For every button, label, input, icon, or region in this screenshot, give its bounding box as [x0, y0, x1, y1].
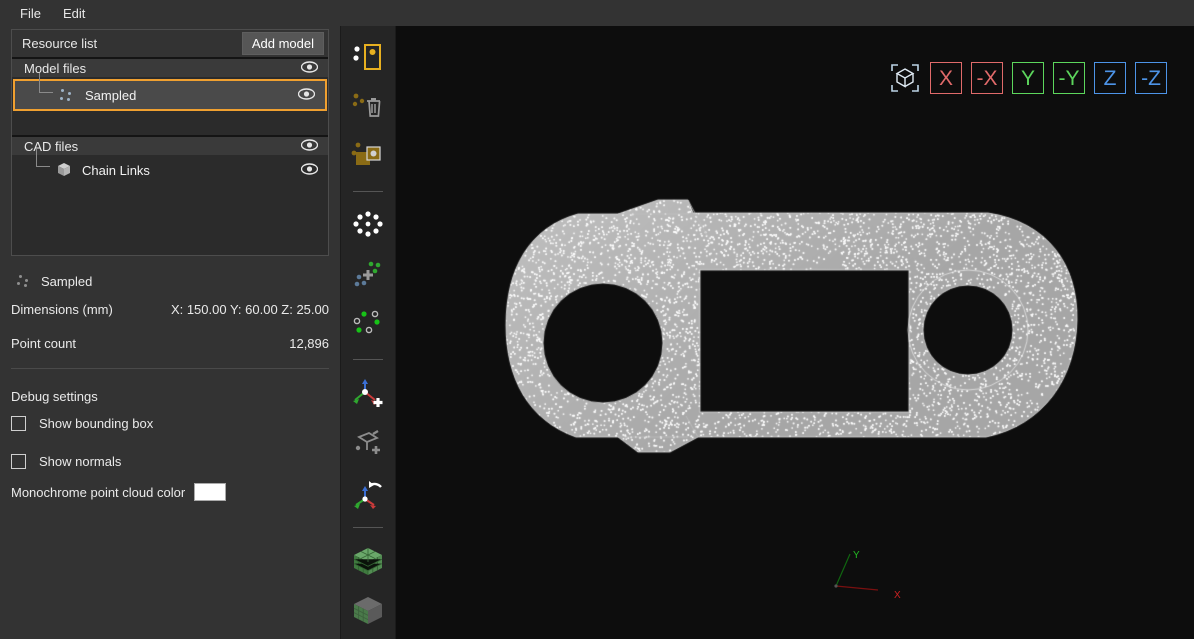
- monochrome-color-row: Monochrome point cloud color: [11, 480, 329, 504]
- toolbar-separator: [353, 190, 383, 192]
- eye-icon[interactable]: [300, 60, 319, 76]
- x-view-button[interactable]: X: [930, 62, 962, 94]
- main-split: Resource list Add model Model files Samp…: [0, 26, 1194, 639]
- crop-box-icon[interactable]: [346, 135, 390, 179]
- add-plane-icon[interactable]: [346, 421, 390, 465]
- cube-icon: [54, 161, 74, 179]
- z-view-button[interactable]: Z: [1094, 62, 1126, 94]
- group-body-model-files: Sampled: [12, 73, 328, 135]
- section-divider: [11, 368, 329, 369]
- vertical-toolbar: [340, 26, 396, 639]
- eye-icon[interactable]: [297, 87, 316, 103]
- monochrome-color-swatch[interactable]: [194, 483, 227, 501]
- checkbox-label-show-bounding-box: Show bounding box: [39, 415, 154, 431]
- rotate-axis-icon[interactable]: [346, 471, 390, 515]
- group-header-cad-files[interactable]: CAD files: [12, 135, 328, 155]
- debug-settings-title: Debug settings: [11, 389, 98, 404]
- rectangle-select-icon[interactable]: [346, 36, 390, 80]
- property-value-dimensions: X: 150.00 Y: 60.00 Z: 25.00: [170, 301, 329, 317]
- property-key-dimensions: Dimensions (mm): [11, 301, 113, 317]
- gizmo-y-label: Y: [853, 550, 860, 561]
- toolbar-separator: [353, 526, 383, 528]
- checkbox-show-bounding-box[interactable]: [11, 415, 26, 431]
- property-value-point-count: 12,896: [289, 335, 329, 351]
- application-window: File Edit Resource list Add model Model …: [0, 0, 1194, 639]
- tree-item-label-chain-links: Chain Links: [82, 162, 150, 178]
- menu-item-file[interactable]: File: [9, 3, 52, 24]
- checkbox-row-normals[interactable]: Show normals: [11, 442, 329, 480]
- mesh-cube-icon[interactable]: [346, 589, 390, 633]
- group-body-cad-files: Chain Links: [12, 149, 328, 255]
- property-row-dimensions: Dimensions (mm) X: 150.00 Y: 60.00 Z: 25…: [11, 292, 329, 326]
- add-points-icon[interactable]: [346, 254, 390, 298]
- tree-item-chain-links[interactable]: Chain Links: [12, 149, 328, 185]
- property-key-point-count: Point count: [11, 335, 77, 351]
- monochrome-color-label: Monochrome point cloud color: [11, 484, 186, 500]
- property-row-point-count: Point count 12,896: [11, 326, 329, 360]
- checkbox-label-show-normals: Show normals: [39, 453, 122, 469]
- orientation-gizmo: Y X: [826, 524, 906, 604]
- resource-list-panel: Resource list Add model Model files Samp…: [11, 29, 329, 256]
- ring-select-icon[interactable]: [346, 204, 390, 248]
- tree-item-sampled[interactable]: Sampled: [13, 73, 327, 111]
- group-title-cad-files: CAD files: [24, 138, 79, 154]
- axis-view-buttons: X -X Y -Y Z -Z: [889, 62, 1167, 94]
- add-origin-icon[interactable]: [346, 372, 390, 416]
- properties-title: Sampled: [41, 273, 93, 289]
- add-model-button[interactable]: Add model: [241, 32, 324, 55]
- point-cloud-icon: [15, 273, 33, 289]
- 3d-viewport[interactable]: X -X Y -Y Z -Z Y X: [396, 26, 1194, 639]
- eye-icon[interactable]: [300, 138, 319, 154]
- group-title-model-files: Model files: [24, 60, 87, 76]
- group-model-files: Model files Sampled: [12, 57, 328, 135]
- menu-item-edit[interactable]: Edit: [52, 3, 96, 24]
- toolbar-separator: [353, 358, 383, 360]
- group-header-model-files[interactable]: Model files: [12, 57, 328, 77]
- iso-view-button[interactable]: [889, 62, 921, 94]
- y-view-button[interactable]: Y: [1012, 62, 1044, 94]
- resource-list-title: Resource list: [22, 36, 98, 51]
- tree-branch-icon: [39, 73, 53, 93]
- gizmo-x-label: X: [894, 590, 901, 601]
- toggle-points-icon[interactable]: [346, 303, 390, 347]
- tree-branch-icon: [36, 149, 50, 167]
- point-cloud-render: [396, 26, 1194, 639]
- neg-x-view-button[interactable]: -X: [971, 62, 1003, 94]
- voxel-grid-icon[interactable]: [346, 540, 390, 584]
- properties-panel: Sampled Dimensions (mm) X: 150.00 Y: 60.…: [11, 256, 329, 504]
- left-sidebar: Resource list Add model Model files Samp…: [0, 26, 340, 639]
- checkbox-row-bounding-box[interactable]: Show bounding box: [11, 404, 329, 442]
- resource-list-header: Resource list Add model: [12, 30, 328, 57]
- tree-item-label-sampled: Sampled: [85, 87, 137, 103]
- delete-points-icon[interactable]: [346, 86, 390, 130]
- eye-icon[interactable]: [300, 162, 319, 178]
- neg-z-view-button[interactable]: -Z: [1135, 62, 1167, 94]
- point-cloud-icon: [57, 86, 77, 104]
- properties-title-row: Sampled: [11, 270, 329, 292]
- neg-y-view-button[interactable]: -Y: [1053, 62, 1085, 94]
- group-cad-files: CAD files Chain Links: [12, 135, 328, 255]
- menu-bar: File Edit: [0, 0, 1194, 26]
- checkbox-show-normals[interactable]: [11, 453, 26, 469]
